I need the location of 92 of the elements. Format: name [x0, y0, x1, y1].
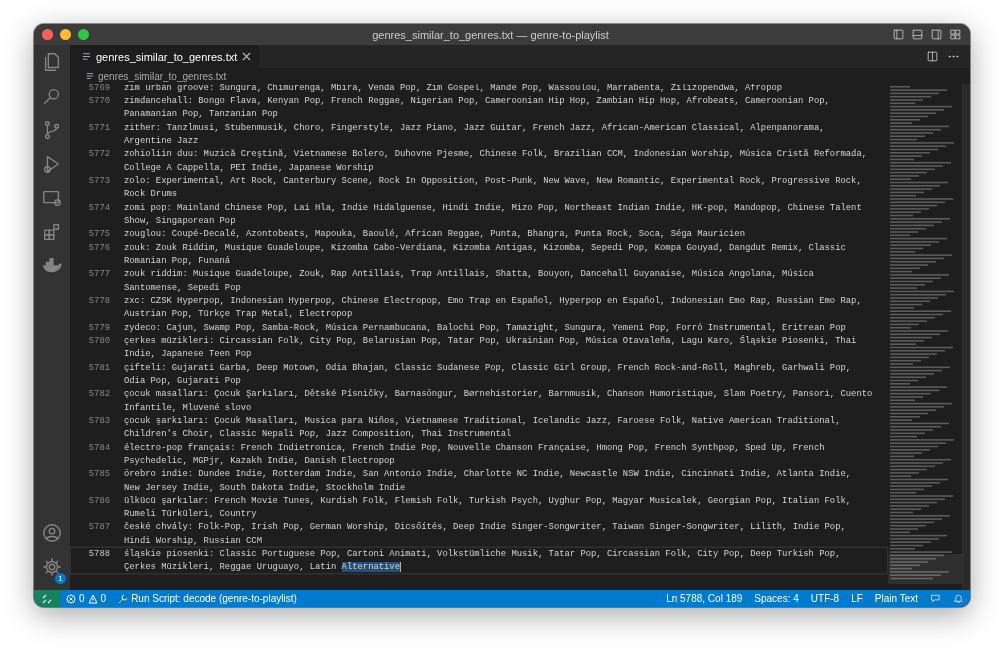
- code-line: Santomense, Sepedi Pop: [124, 282, 241, 293]
- code-line: zimdancehall: Bongo Flava, Kenyan Pop, French Reggae, Nigerian Pop, Cameroonian Hip Hop, Zambian Hip Hop, Afrobeats, Cameroonian Pop,: [124, 96, 830, 106]
- selected-text: Alternative: [341, 562, 401, 573]
- code-line: Romanian Pop, Funaná: [124, 255, 231, 266]
- line-ending[interactable]: LF: [845, 593, 869, 604]
- code-line: zouglou: Coupé-Decalé, Azontobeats, Mapouka, Baoulé, African Reggae, Punta, Bhangra, Punta Rock, Soca, Séga Mauricien: [124, 229, 745, 240]
- line-number: 5786: [87, 495, 111, 506]
- code-line: Indie, Japanese Teen Pop: [124, 349, 252, 360]
- error-icon: [66, 593, 76, 604]
- line-number: 5784: [87, 442, 111, 453]
- line-number: 5773: [87, 175, 111, 186]
- code-line: çocuk masalları: Çocuk Şarkıları, Dětské Písničky, Barnasöngur, Børnehistorier, Barnmusik, Chanson Humoristique, Slam Poetry, Pansori, Cuento: [124, 389, 873, 400]
- breadcrumb-item[interactable]: genres_similar_to_genres.txt: [98, 70, 227, 82]
- line-number: 5780: [87, 335, 111, 346]
- line-number: 5770: [87, 96, 111, 106]
- wrench-icon: [118, 593, 129, 604]
- close-icon[interactable]: [242, 52, 252, 61]
- line-number: 5772: [87, 149, 111, 160]
- notification-badge: 1: [55, 573, 66, 584]
- code-line: zither: Tanzlmusi, Stubenmusik, Choro, Fingerstyle, Jazz Piano, Jazz Guitar, French Jazz, African-American Classical, Alpenpanorama,: [124, 122, 825, 133]
- code-line: College A Cappella, PEI Indie, Japanese Worship: [124, 162, 374, 173]
- code-line: çerkes müzikleri: Circassian Folk, City Pop, Belarusian Pop, Tatar Pop, Ukrainian Pop, Música Otavaleña, Lagu Karo, Śląskie Piosenki, Thai: [124, 335, 857, 346]
- code-line: zxc: CZSK Hyperpop, Indonesian Hyperpop, Chinese Electropop, Emo Trap en Español, Hyperpop en Español, Indonesian Emo Rap, Russian Emo Rap,: [124, 295, 862, 306]
- code-line: zim urban groove: Sungura, Chimurenga, Mbira, Venda Pop, Zim Gospel, Mande Pop, Wassoulou, Marrabenta, Zilizopendwa, Afropop: [124, 84, 783, 93]
- account-icon[interactable]: [41, 522, 63, 544]
- window-title: genres_similar_to_genres.txt — genre-to-playlist: [372, 28, 609, 41]
- text-file-icon: [86, 72, 94, 80]
- code-line: Infantile, Mluvené slovo: [124, 402, 252, 413]
- line-number: 5769: [87, 84, 111, 93]
- line-number: 5777: [87, 269, 111, 280]
- code-line: śląskie piosenki: Classic Portuguese Pop, Cartoni Animati, Volkstümliche Musik, Tatar Pop, Circassian Folk, City Pop, Deep Turkish Pop,: [124, 549, 841, 560]
- line-number: 5783: [87, 415, 111, 426]
- code-line: Children's Choir, Classic Nepali Pop, Jazz Composition, Thai Instrumental: [124, 429, 512, 440]
- warning-icon: [87, 593, 98, 604]
- language-mode[interactable]: Plain Text: [868, 593, 924, 604]
- toggle-panel-icon[interactable]: [911, 28, 924, 41]
- cursor-position[interactable]: Ln 5788, Col 189: [660, 593, 749, 604]
- line-number: 5771: [87, 122, 111, 133]
- code-line: zolo: Experimental, Art Rock, Canterbury Scene, Rock In Opposition, Post-Punk, New Wave, New Romantic, Experimental Rock, Progressive Rock,: [124, 175, 862, 186]
- code-line: çifteli: Gujarati Garba, Deep Motown, Odia Bhajan, Classic Sudanese Pop, Classic Girl Group, French Rock-and-Roll, Maghreb, Garhwali Pop,: [124, 362, 852, 373]
- code-line: Show, Singaporean Pop: [124, 215, 236, 226]
- minimize-window-button[interactable]: [60, 29, 71, 40]
- line-number: 5781: [87, 362, 111, 373]
- code-line: çocuk şarkıları: Çocuk Masalları, Musica para Niños, Vietnamese Traditional, Icelandic Jazz, Faroese Folk, Native American Traditional,: [124, 415, 841, 426]
- code-line: Argentine Jazz: [124, 135, 199, 146]
- code-line: ülkücü şarkılar: French Movie Tunes, Kurdish Folk, Flemish Folk, Turkish Psych, Uyghur Pop, Magyar Musicalek, Georgian Pop, Italian Folk,: [124, 495, 852, 506]
- toggle-sidebar-icon[interactable]: [892, 28, 905, 41]
- code-line: zomi pop: Mainland Chinese Pop, Lai Hla, Indie Hidalguense, Hindi Indie, Mizo Pop, Northeast Indian Indie, HK-pop, Mandopop, Chinese Talent: [124, 202, 862, 213]
- warning-count: 0: [100, 593, 107, 604]
- code-line: Rock Drums: [124, 189, 178, 200]
- line-number: 5776: [87, 242, 111, 253]
- code-line: zydeco: Cajun, Swamp Pop, Samba-Rock, Música Pernambucana, Balochi Pop, Tamazight, Sungura, Yemeni Pop, Forró Instrumental, Eritrean Pop: [124, 322, 846, 333]
- customize-layout-icon[interactable]: [949, 28, 962, 41]
- remote-indicator[interactable]: [34, 590, 60, 607]
- scrollbar[interactable]: [962, 84, 970, 590]
- problems-indicator[interactable]: 0 0: [60, 593, 113, 604]
- line-number: 5787: [87, 522, 111, 533]
- minimap-drawing[interactable]: [888, 84, 962, 584]
- remote-icon: [42, 593, 52, 604]
- code-line: Çerkes Müzikleri, Reggae Uruguayo, Latin: [124, 562, 337, 573]
- code-line: Austrian Pop, Türkçe Trap Metal, Electropop: [124, 309, 353, 320]
- encoding[interactable]: UTF-8: [804, 593, 846, 604]
- line-number: 5778: [87, 295, 111, 306]
- error-count: 0: [79, 593, 85, 604]
- code-line: zohioliin duu: Muzică Creştină, Vietnamese Bolero, Duhovne Pjesme, Chinese Folk, Brazilian CCM, Indonesian Worship, Música Cristã Reformada,: [124, 149, 867, 160]
- line-number: 5779: [87, 322, 111, 333]
- notifications-icon[interactable]: [953, 593, 964, 604]
- code-line: Panamanian Pop, Tanzanian Pop: [124, 109, 278, 120]
- line-number: 5788: [87, 549, 111, 560]
- code-line: örebro indie: Dundee Indie, Rotterdam Indie, San Antonio Indie, Charlotte NC Indie, Newcastle NSW Indie, Cincinnati Indie, Atlanta Indie,: [124, 469, 852, 480]
- text-file-icon: [82, 52, 91, 61]
- code-line: Psychedelic, MGPjr, Kazakh Indie, Danish Electropop: [124, 455, 395, 466]
- code-line: électro-pop français: French Indietronica, French Indie Pop, Nouvelle Chanson Française, Hmong Pop, French Synthpop, Sped Up, French: [124, 442, 825, 453]
- line-number: 5785: [87, 469, 111, 480]
- close-window-button[interactable]: [42, 29, 53, 40]
- line-number: 5775: [87, 229, 111, 240]
- code-line: Hindi Worship, Russian CCM: [124, 535, 262, 546]
- editor-tab[interactable]: genres_similar_to_genres.txt: [70, 45, 260, 68]
- feedback-icon[interactable]: [930, 593, 941, 604]
- line-number: 5782: [87, 389, 111, 400]
- code-line: zouk riddim: Musique Guadeloupe, Zouk, Rap Antillais, Trap Antillais, Shatta, Bouyon, Dancehall Guyanaise, Música Angolana, Música: [124, 269, 814, 280]
- line-number: 5774: [87, 202, 111, 213]
- code-line: zouk: Zouk Riddim, Musique Guadeloupe, Kizomba Cabo-Verdiana, Kizomba Antigas, Kizomba, Sepedi Pop, Kompa Gouyad, Dangdut Remix, Classic: [124, 242, 846, 253]
- code-line: Odia Pop, Gujarati Pop: [124, 375, 241, 386]
- code-line: české chvály: Folk-Pop, Irish Pop, German Worship, Dicsőítés, Deep Indie Singer-Songwriter, Taiwan Singer-Songwriter, Lilith, Indie Pop,: [124, 522, 846, 533]
- split-editor-icon[interactable]: [926, 50, 939, 63]
- zoom-window-button[interactable]: [78, 29, 89, 40]
- settings-icon[interactable]: [41, 556, 63, 578]
- code-line: Rumeli Türküleri, Country: [124, 509, 257, 520]
- toggle-secondary-sidebar-icon[interactable]: [930, 28, 943, 41]
- code-line: New Jersey Indie, South Dakota Indie, Stockholm Indie: [124, 482, 406, 493]
- indentation[interactable]: Spaces: 4: [748, 593, 805, 604]
